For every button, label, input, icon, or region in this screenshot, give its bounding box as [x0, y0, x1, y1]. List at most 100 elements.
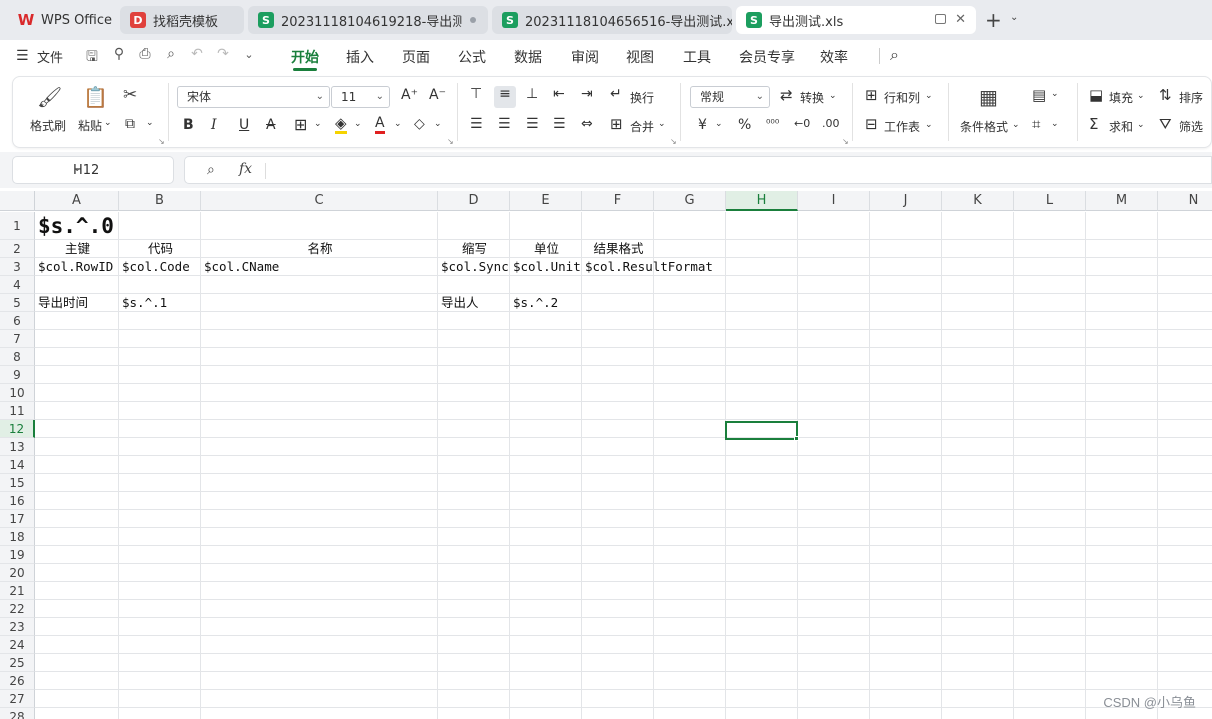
- format-painter-icon[interactable]: 🖌: [37, 85, 62, 109]
- row-header-26[interactable]: 26: [0, 672, 35, 690]
- name-box[interactable]: H12 ⌄: [12, 156, 174, 184]
- convert-button[interactable]: 转换: [800, 89, 824, 106]
- row-header-11[interactable]: 11: [0, 402, 35, 420]
- row-header-7[interactable]: 7: [0, 330, 35, 348]
- fill-color-icon[interactable]: ◈: [335, 115, 347, 134]
- border-icon[interactable]: ⊞: [294, 115, 307, 134]
- zoom-search-icon[interactable]: ⌕: [207, 162, 215, 178]
- print-icon[interactable]: ⎙: [136, 46, 154, 62]
- tab-file-1[interactable]: S 20231118104619218-导出测试.xl: [248, 6, 488, 34]
- chevron-down-icon[interactable]: ⌄: [1137, 120, 1145, 130]
- tab-tools[interactable]: 工具: [683, 47, 711, 67]
- tab-review[interactable]: 审阅: [571, 47, 599, 67]
- decrease-font-icon[interactable]: A⁻: [429, 87, 446, 103]
- column-header-d[interactable]: D: [438, 191, 510, 211]
- rows-cols-button[interactable]: 行和列: [884, 89, 920, 106]
- chevron-down-icon[interactable]: ⌄: [1012, 120, 1020, 130]
- link-icon[interactable]: ⚲: [110, 46, 128, 62]
- column-header-a[interactable]: A: [35, 191, 119, 211]
- select-all-corner[interactable]: [0, 191, 35, 211]
- restore-window-icon[interactable]: [935, 14, 946, 24]
- cell-format-icon[interactable]: ⌗: [1032, 115, 1040, 133]
- row-header-16[interactable]: 16: [0, 492, 35, 510]
- decrease-indent-icon[interactable]: ⇤: [553, 86, 565, 102]
- chevron-down-icon[interactable]: ⌄: [146, 118, 154, 128]
- increase-indent-icon[interactable]: ⇥: [581, 86, 593, 102]
- column-header-k[interactable]: K: [942, 191, 1014, 211]
- fill-handle[interactable]: [794, 436, 799, 441]
- row-header-25[interactable]: 25: [0, 654, 35, 672]
- conditional-format-button[interactable]: 条件格式: [960, 118, 1008, 135]
- font-size-select[interactable]: 11 ⌄: [331, 86, 390, 108]
- align-middle-icon[interactable]: ≡: [494, 86, 516, 108]
- row-header-24[interactable]: 24: [0, 636, 35, 654]
- justify-icon[interactable]: ☰: [553, 116, 566, 132]
- column-header-g[interactable]: G: [654, 191, 726, 211]
- rows-cols-icon[interactable]: ⊞: [865, 86, 878, 104]
- copy-icon[interactable]: ⧉: [125, 116, 135, 132]
- cell-d5[interactable]: 导出人: [441, 294, 508, 312]
- chevron-down-icon[interactable]: ⌄: [829, 91, 837, 101]
- cell-b5[interactable]: $s.^.1: [122, 294, 199, 312]
- search-icon[interactable]: ⌕: [890, 45, 899, 65]
- filter-icon[interactable]: ⛛: [1159, 115, 1172, 133]
- worksheet-button[interactable]: 工作表: [884, 118, 920, 135]
- column-header-f[interactable]: F: [582, 191, 654, 211]
- chevron-down-icon[interactable]: ⌄: [314, 119, 322, 129]
- group-launcher-icon[interactable]: ↘: [670, 137, 677, 146]
- cell-f3[interactable]: $col.ResultFormat: [585, 258, 735, 276]
- strikethrough-icon[interactable]: A: [266, 117, 276, 133]
- merge-icon[interactable]: ⊞: [610, 115, 623, 133]
- sort-icon[interactable]: ⇅: [1159, 86, 1172, 104]
- row-header-19[interactable]: 19: [0, 546, 35, 564]
- column-header-h[interactable]: H: [726, 191, 798, 211]
- cell-a5[interactable]: 导出时间: [38, 294, 117, 312]
- column-header-n[interactable]: N: [1158, 191, 1212, 211]
- formula-input[interactable]: ⌕ fx: [184, 156, 1212, 184]
- file-menu[interactable]: 文件: [37, 47, 63, 66]
- group-launcher-icon[interactable]: ↘: [158, 137, 165, 146]
- increase-decimal-icon[interactable]: ←0: [794, 117, 810, 130]
- tab-view[interactable]: 视图: [626, 47, 654, 67]
- tab-wps-office[interactable]: W WPS Office: [8, 6, 116, 34]
- cell-a2[interactable]: 主键: [38, 240, 117, 258]
- chevron-down-icon[interactable]: ⌄: [104, 118, 112, 128]
- cell-b3[interactable]: $col.Code: [122, 258, 199, 276]
- italic-icon[interactable]: I: [211, 117, 217, 133]
- chevron-down-icon[interactable]: ⌄: [715, 119, 723, 129]
- row-header-10[interactable]: 10: [0, 384, 35, 402]
- column-header-m[interactable]: M: [1086, 191, 1158, 211]
- group-launcher-icon[interactable]: ↘: [447, 137, 454, 146]
- align-right-icon[interactable]: ☰: [526, 116, 539, 132]
- tab-home[interactable]: 开始: [291, 47, 319, 67]
- eraser-icon[interactable]: ◇: [414, 116, 425, 132]
- insert-function-icon[interactable]: fx: [239, 161, 252, 177]
- filter-button[interactable]: 筛选: [1179, 118, 1203, 135]
- column-header-j[interactable]: J: [870, 191, 942, 211]
- tab-member[interactable]: 会员专享: [739, 47, 795, 67]
- currency-icon[interactable]: ¥: [698, 117, 707, 133]
- sort-button[interactable]: 排序: [1179, 89, 1203, 106]
- row-header-3[interactable]: 3: [0, 258, 35, 276]
- tab-data[interactable]: 数据: [514, 47, 542, 67]
- worksheet-icon[interactable]: ⊟: [865, 115, 878, 133]
- cell-f2[interactable]: 结果格式: [585, 240, 652, 258]
- row-header-27[interactable]: 27: [0, 690, 35, 708]
- cell-a1[interactable]: $s.^.0: [38, 212, 238, 240]
- row-header-6[interactable]: 6: [0, 312, 35, 330]
- conditional-format-icon[interactable]: ▦: [979, 85, 998, 109]
- chevron-down-icon[interactable]: ⌄: [925, 120, 933, 130]
- row-header-21[interactable]: 21: [0, 582, 35, 600]
- column-header-e[interactable]: E: [510, 191, 582, 211]
- row-header-8[interactable]: 8: [0, 348, 35, 366]
- column-header-i[interactable]: I: [798, 191, 870, 211]
- fill-icon[interactable]: ⬓: [1089, 86, 1103, 104]
- distributed-icon[interactable]: ⇔: [581, 116, 593, 132]
- chevron-down-icon[interactable]: ⌄: [1137, 91, 1145, 101]
- chevron-down-icon[interactable]: ⌄: [73, 163, 165, 174]
- percent-icon[interactable]: %: [738, 117, 751, 133]
- thousands-icon[interactable]: ⁰⁰⁰: [766, 117, 779, 130]
- number-format-select[interactable]: 常规 ⌄: [690, 86, 770, 108]
- decrease-decimal-icon[interactable]: .00: [822, 117, 840, 130]
- align-bottom-icon[interactable]: ⊥: [526, 86, 538, 102]
